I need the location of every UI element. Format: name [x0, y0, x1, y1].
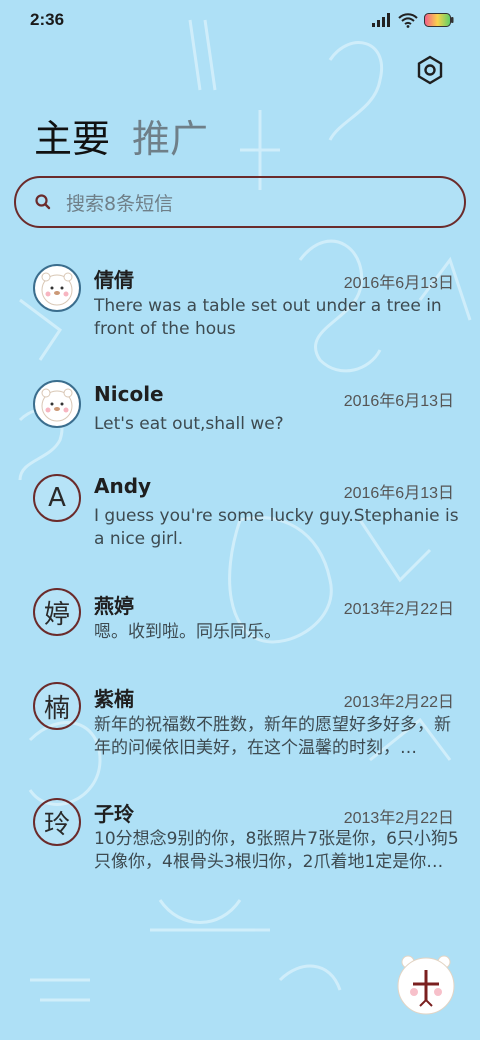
avatar — [33, 264, 81, 312]
signal-icon — [372, 13, 390, 27]
search-input[interactable]: 搜索8条短信 — [66, 189, 173, 216]
message-date: 2016年6月13日 — [343, 275, 454, 292]
message-date: 2016年6月13日 — [343, 393, 454, 410]
contact-name: 紫楠 — [94, 687, 134, 711]
search-icon — [35, 194, 51, 210]
bear-compose-icon — [397, 955, 455, 1015]
message-preview: 嗯。收到啦。同乐同乐。 — [94, 622, 281, 642]
message-date: 2013年2月22日 — [343, 601, 454, 618]
message-preview: I guess you're some lucky guy.Stephanie … — [94, 506, 459, 549]
message-date: 2013年2月22日 — [343, 694, 454, 711]
new-message-button[interactable] — [396, 952, 456, 1016]
conversation-item[interactable]: 楠 紫楠 2013年2月22日 新年的祝福数不胜数，新年的愿望好多好多，新年的问… — [0, 674, 480, 774]
avatar — [33, 380, 81, 428]
search-bar[interactable]: 搜索8条短信 — [14, 176, 466, 228]
contact-name: Andy — [94, 474, 152, 498]
contact-name: 燕婷 — [94, 594, 134, 618]
status-time: 2:36 — [30, 10, 65, 29]
message-preview: Let's eat out,shall we? — [94, 414, 284, 434]
conversation-item[interactable]: 倩倩 2016年6月13日 There was a table set out … — [0, 254, 480, 354]
tab-promotions[interactable]: 推广 — [132, 108, 208, 163]
avatar: 玲 — [33, 798, 81, 846]
avatar: A — [33, 474, 81, 522]
message-preview: There was a table set out under a tree i… — [94, 296, 442, 339]
conversation-item[interactable]: 婷 燕婷 2013年2月22日 嗯。收到啦。同乐同乐。 — [0, 582, 480, 662]
conversation-item[interactable]: 玲 子玲 2013年2月22日 10分想念9别的你，8张照片7张是你，6只小狗5… — [0, 788, 480, 888]
wifi-icon — [398, 12, 418, 28]
avatar: 婷 — [33, 588, 81, 636]
message-preview: 10分想念9别的你，8张照片7张是你，6只小狗5只像你，4根骨头3根归你，2爪着… — [94, 829, 459, 872]
contact-name: Nicole — [94, 382, 164, 406]
tab-bar: 主要 推广 — [34, 108, 208, 163]
message-date: 2016年6月13日 — [343, 485, 454, 502]
status-icons — [372, 12, 454, 28]
message-preview: 新年的祝福数不胜数，新年的愿望好多好多，新年的问候依旧美好，在这个温馨的时刻，… — [94, 715, 451, 758]
bear-avatar-icon — [41, 272, 73, 306]
contact-name: 倩倩 — [94, 268, 134, 292]
tab-primary[interactable]: 主要 — [34, 108, 110, 163]
settings-button[interactable] — [414, 54, 446, 86]
contact-name: 子玲 — [94, 802, 134, 826]
conversation-item[interactable]: Nicole 2016年6月13日 Let's eat out,shall we… — [0, 370, 480, 462]
bear-avatar-icon — [41, 388, 73, 422]
battery-icon — [424, 13, 454, 27]
message-date: 2013年2月22日 — [343, 810, 454, 827]
status-bar: 2:36 — [0, 0, 480, 40]
avatar: 楠 — [33, 682, 81, 730]
conversation-item[interactable]: A Andy 2016年6月13日 I guess you're some lu… — [0, 464, 480, 564]
settings-icon — [417, 55, 443, 85]
